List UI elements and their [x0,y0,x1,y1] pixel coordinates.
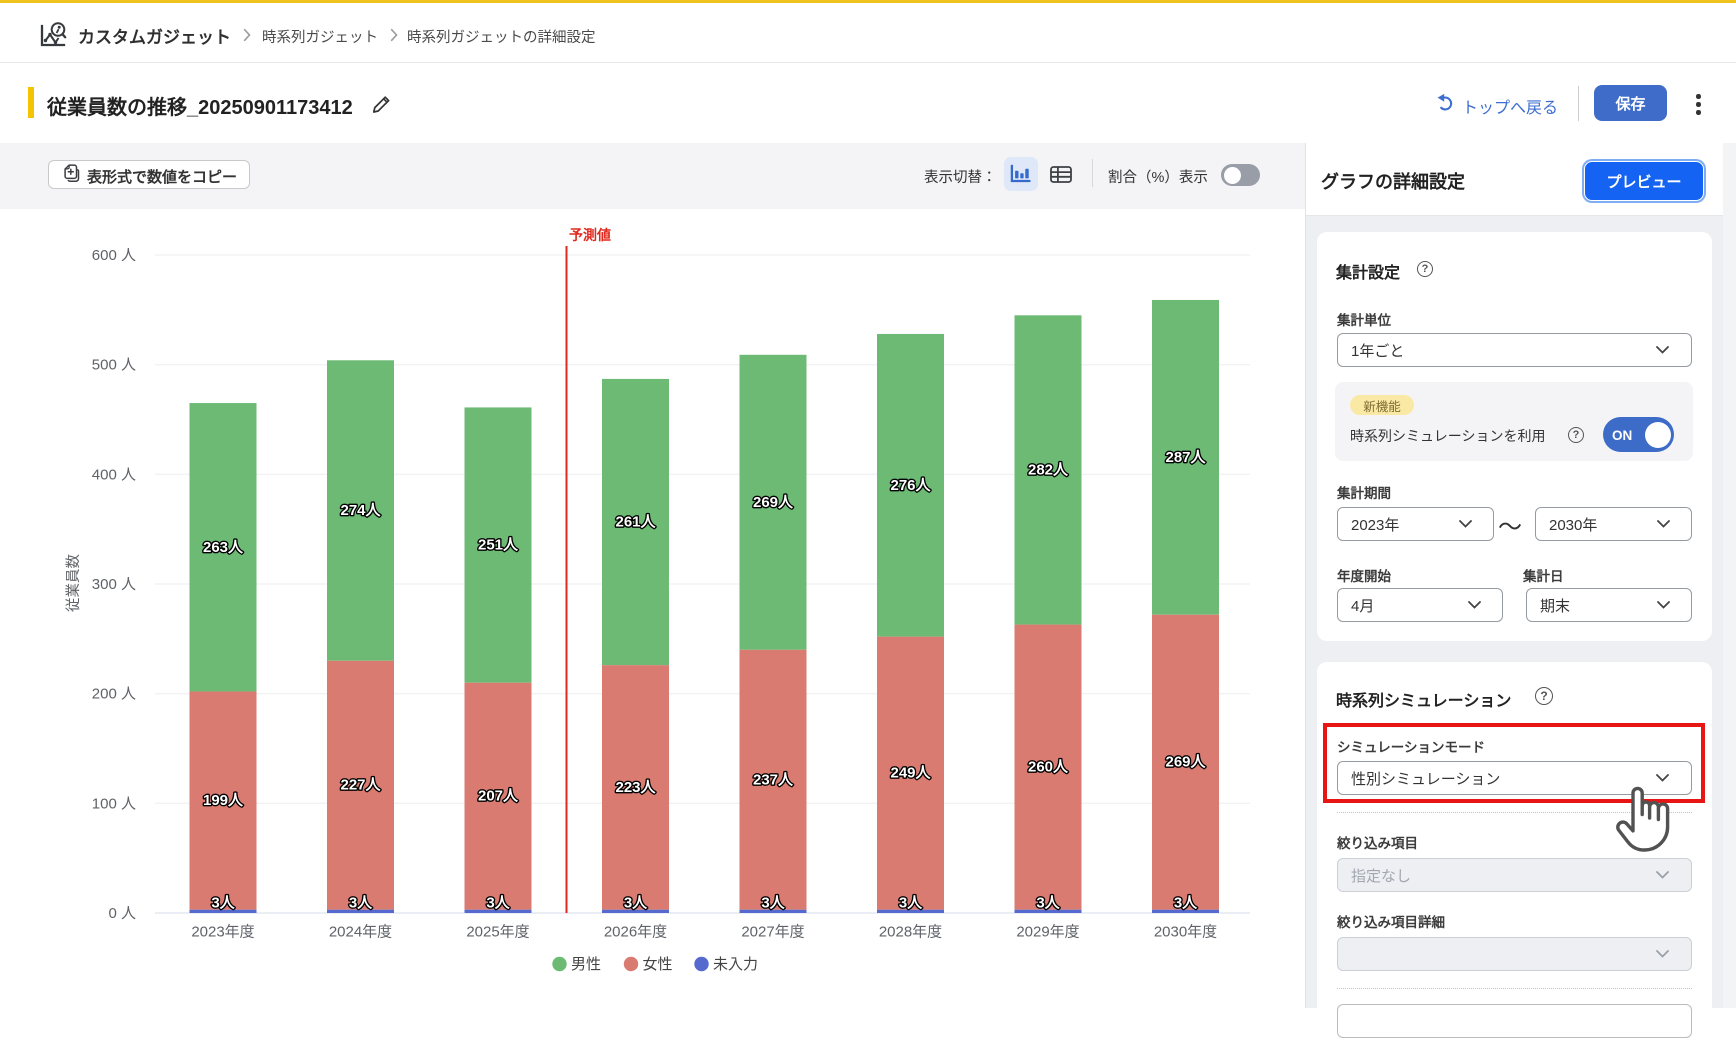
svg-text:0 人: 0 人 [108,905,136,922]
svg-text:2029年度: 2029年度 [1016,924,1079,941]
svg-text:100 人: 100 人 [92,795,136,812]
svg-text:2027年度: 2027年度 [741,924,804,941]
svg-text:300 人: 300 人 [92,576,136,593]
svg-text:223人: 223人 [615,779,656,796]
svg-text:260人: 260人 [1028,759,1069,776]
svg-text:261人: 261人 [615,514,656,531]
svg-text:予測値: 予測値 [569,227,611,243]
svg-text:従業員数: 従業員数 [65,554,82,612]
svg-text:200 人: 200 人 [92,686,136,703]
svg-text:3人: 3人 [349,895,373,912]
svg-text:3人: 3人 [1036,895,1060,912]
svg-text:女性: 女性 [643,956,673,973]
svg-text:269人: 269人 [1165,754,1206,771]
svg-text:400 人: 400 人 [92,466,136,483]
svg-text:2024年度: 2024年度 [329,924,392,941]
svg-text:2023年度: 2023年度 [191,924,254,941]
svg-text:263人: 263人 [203,539,244,556]
svg-text:2030年度: 2030年度 [1154,924,1217,941]
svg-text:3人: 3人 [899,895,923,912]
svg-text:287人: 287人 [1165,449,1206,466]
svg-text:269人: 269人 [753,494,794,511]
svg-text:3人: 3人 [761,895,785,912]
svg-text:282人: 282人 [1028,461,1069,478]
svg-text:199人: 199人 [203,792,244,809]
svg-text:600 人: 600 人 [92,247,136,264]
svg-text:3人: 3人 [211,895,235,912]
svg-text:227人: 227人 [340,777,381,794]
svg-text:未入力: 未入力 [713,956,758,973]
svg-text:2025年度: 2025年度 [466,924,529,941]
svg-text:3人: 3人 [624,895,648,912]
svg-text:276人: 276人 [890,477,931,494]
svg-text:3人: 3人 [486,895,510,912]
svg-text:3人: 3人 [1174,895,1198,912]
svg-text:2028年度: 2028年度 [879,924,942,941]
svg-text:274人: 274人 [340,502,381,519]
svg-text:男性: 男性 [571,956,601,973]
svg-text:251人: 251人 [478,537,519,554]
svg-text:500 人: 500 人 [92,357,136,374]
svg-text:2026年度: 2026年度 [604,924,667,941]
svg-text:207人: 207人 [478,788,519,805]
svg-text:237人: 237人 [753,771,794,788]
svg-text:249人: 249人 [890,765,931,782]
